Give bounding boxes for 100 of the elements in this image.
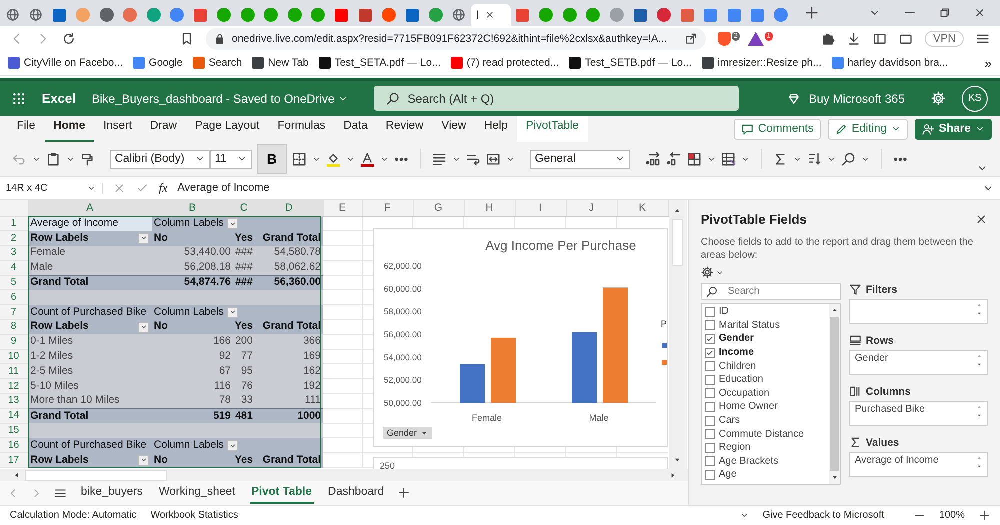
grid-cell[interactable] bbox=[323, 394, 362, 408]
formula-field[interactable]: Average of Income bbox=[178, 182, 973, 194]
table-cell[interactable]: Female bbox=[28, 246, 152, 260]
user-avatar[interactable]: KS bbox=[962, 86, 988, 112]
tab-favicon[interactable] bbox=[586, 8, 600, 22]
table-cell[interactable]: 54,874.76 bbox=[152, 275, 233, 290]
tab-favicon[interactable] bbox=[516, 8, 530, 22]
table-cell[interactable]: 192 bbox=[255, 378, 323, 394]
settings-icon[interactable] bbox=[931, 91, 946, 106]
globe-icon[interactable] bbox=[29, 8, 44, 22]
ribbon-tab[interactable]: Insert bbox=[94, 116, 142, 142]
scrollbar-thumb[interactable] bbox=[672, 219, 683, 266]
zoom-in-icon[interactable] bbox=[979, 510, 990, 521]
tab-favicon[interactable] bbox=[194, 8, 208, 22]
grid-cell[interactable] bbox=[323, 290, 362, 305]
sort-filter-icon[interactable] bbox=[807, 152, 822, 166]
shield-icon[interactable] bbox=[718, 32, 731, 46]
row-header[interactable]: 10 bbox=[0, 349, 28, 364]
table-cell[interactable]: Grand Total bbox=[255, 320, 323, 334]
column-header[interactable]: D bbox=[255, 200, 323, 216]
app-name[interactable]: Excel bbox=[42, 91, 76, 106]
field-checkbox[interactable]: Income bbox=[702, 346, 829, 360]
search-field[interactable]: Search bbox=[701, 283, 841, 300]
tab-favicon[interactable] bbox=[123, 8, 138, 22]
table-cell[interactable]: 95 bbox=[233, 364, 255, 379]
field-button[interactable]: Gender bbox=[383, 427, 432, 439]
field-checkbox[interactable]: Age bbox=[702, 468, 829, 482]
table-cell[interactable]: 5-10 Miles bbox=[28, 378, 152, 394]
area-drop-box[interactable]: Average of Income bbox=[849, 452, 988, 477]
insert-function-button[interactable]: fx bbox=[159, 180, 168, 196]
sum-icon[interactable] bbox=[773, 152, 788, 166]
ribbon-tab[interactable]: View bbox=[432, 116, 476, 142]
font-color-icon[interactable] bbox=[360, 152, 375, 166]
format-painter-icon[interactable] bbox=[80, 152, 95, 166]
column-header[interactable]: F bbox=[362, 200, 413, 216]
align-icon[interactable] bbox=[432, 152, 447, 166]
tab-favicon[interactable] bbox=[751, 8, 764, 22]
grid-cell[interactable] bbox=[323, 452, 362, 468]
tab-favicon[interactable] bbox=[170, 8, 184, 22]
row-header[interactable]: 3 bbox=[0, 246, 28, 260]
table-cell[interactable]: ### bbox=[233, 246, 255, 260]
horizontal-scrollbar[interactable] bbox=[0, 469, 688, 482]
sheet-tab[interactable]: bike_buyers bbox=[79, 482, 146, 504]
tab-favicon[interactable] bbox=[428, 8, 443, 22]
column-header[interactable]: J bbox=[566, 200, 617, 216]
name-box[interactable]: 14R x 4C bbox=[6, 182, 103, 194]
table-cell[interactable]: 2-5 Miles bbox=[28, 364, 152, 379]
bookmark-link[interactable]: Google bbox=[133, 57, 183, 69]
row-header[interactable]: 1 bbox=[0, 216, 28, 231]
column-header[interactable]: A bbox=[28, 200, 152, 216]
area-drop-box[interactable]: Purchased Bike bbox=[849, 401, 988, 426]
field-checkbox[interactable]: Home Owner bbox=[702, 400, 829, 414]
move-down-icon[interactable] bbox=[976, 311, 983, 317]
number-format-dropdown[interactable]: General bbox=[530, 150, 630, 168]
table-cell[interactable]: Grand Total bbox=[28, 275, 152, 290]
table-cell[interactable] bbox=[28, 423, 152, 438]
editing-button[interactable]: Editing bbox=[828, 118, 908, 140]
filter-dropdown-button[interactable] bbox=[227, 306, 238, 318]
tab-favicon[interactable] bbox=[656, 8, 671, 22]
tab-favicon[interactable] bbox=[634, 8, 647, 22]
table-cell[interactable]: 111 bbox=[255, 394, 323, 408]
row-header[interactable]: 5 bbox=[0, 275, 28, 290]
comments-button[interactable]: Comments bbox=[734, 118, 821, 140]
clipboard-icon[interactable] bbox=[46, 152, 61, 166]
row-header[interactable]: 13 bbox=[0, 394, 28, 408]
document-title[interactable]: Bike_Buyers_dashboard - Saved to OneDrive bbox=[92, 92, 348, 106]
table-cell[interactable]: 58,062.62 bbox=[255, 260, 323, 276]
table-cell[interactable]: 92 bbox=[152, 349, 233, 364]
grid-cell[interactable] bbox=[323, 438, 362, 453]
ribbon-tab[interactable]: Help bbox=[475, 116, 518, 142]
bookmark-link[interactable]: CityVille on Facebo... bbox=[8, 57, 124, 69]
area-field-item[interactable]: Purchased Bike bbox=[855, 404, 926, 425]
tab-favicon[interactable] bbox=[53, 8, 66, 22]
restore-icon[interactable] bbox=[939, 7, 951, 19]
close-icon[interactable] bbox=[485, 10, 496, 20]
row-header[interactable]: 14 bbox=[0, 408, 28, 424]
close-icon[interactable] bbox=[974, 7, 986, 19]
field-checkbox[interactable]: Commute Distance bbox=[702, 427, 829, 441]
tab-favicon[interactable] bbox=[562, 8, 577, 22]
field-checkbox[interactable]: Gender bbox=[702, 332, 829, 346]
field-checkbox[interactable]: Region bbox=[702, 440, 829, 455]
bookmark-link[interactable]: New Tab bbox=[252, 57, 309, 69]
ribbon-tab[interactable]: Page Layout bbox=[186, 116, 269, 142]
field-checkbox[interactable]: Occupation bbox=[702, 386, 829, 400]
field-checkbox[interactable]: Children bbox=[702, 359, 829, 373]
table-cell[interactable]: Yes bbox=[233, 230, 255, 246]
bookmark-link[interactable]: (7) read protected... bbox=[450, 57, 560, 69]
table-cell[interactable]: 78 bbox=[152, 394, 233, 408]
grid-cell[interactable] bbox=[323, 408, 362, 424]
tab-favicon[interactable] bbox=[728, 8, 741, 22]
table-cell[interactable]: No bbox=[152, 320, 233, 334]
filter-dropdown-button[interactable] bbox=[227, 218, 238, 229]
format-table-icon[interactable] bbox=[721, 152, 736, 166]
table-cell[interactable]: 366 bbox=[255, 334, 323, 350]
bookmark-icon[interactable] bbox=[180, 32, 194, 46]
grid-cell[interactable] bbox=[323, 275, 362, 290]
new-tab-icon[interactable] bbox=[805, 6, 819, 20]
filter-dropdown-button[interactable] bbox=[138, 322, 149, 333]
table-cell[interactable]: Male bbox=[28, 260, 152, 276]
filter-dropdown-button[interactable] bbox=[227, 440, 238, 451]
